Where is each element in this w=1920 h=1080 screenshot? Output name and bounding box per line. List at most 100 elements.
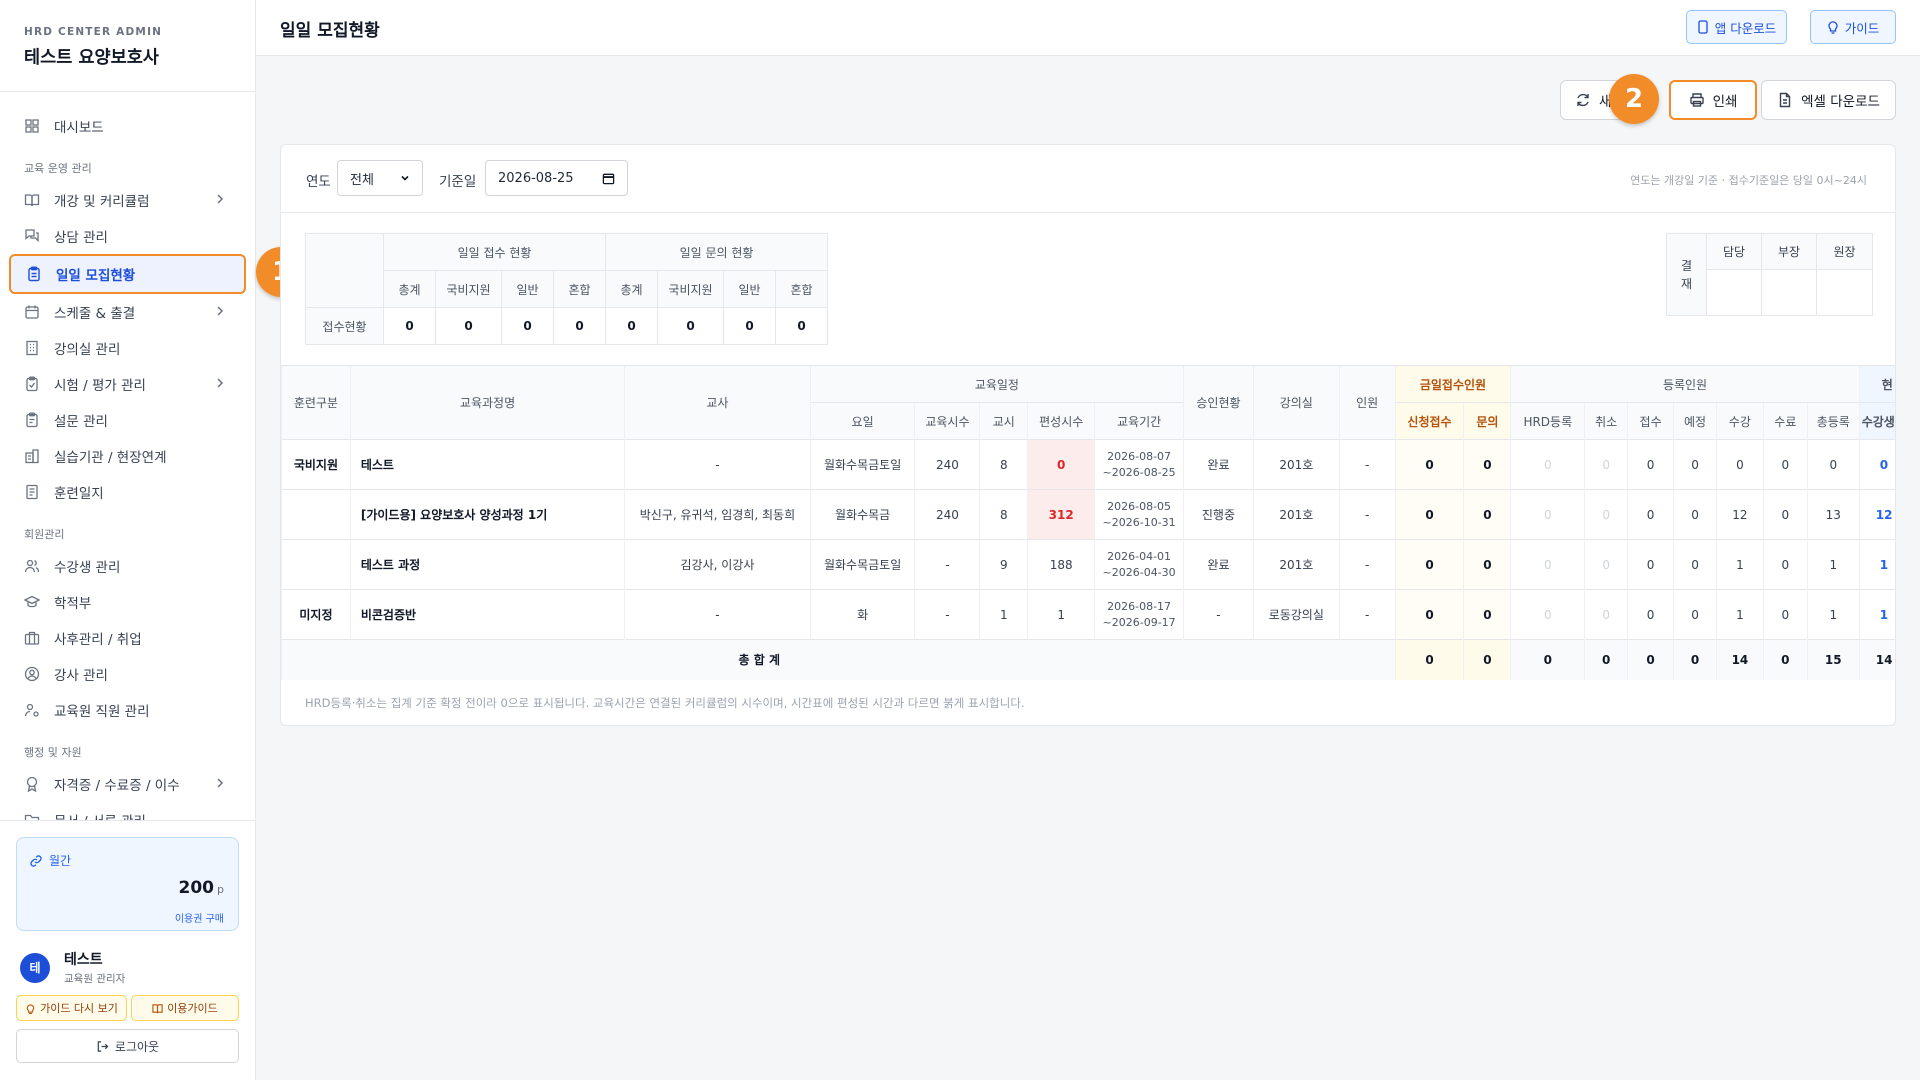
buy-pass-link[interactable]: 이용권 구매 bbox=[175, 910, 224, 925]
inquiry-group-header: 일일 문의 현황 bbox=[605, 233, 828, 271]
brand-title: 테스트 요양보호사 bbox=[24, 48, 159, 68]
cell-recv: 0 bbox=[1627, 539, 1674, 590]
table-row[interactable]: 미지정 비콘검증반 - 화 - 1 1 2026-08-17 ~2026-09-1… bbox=[281, 589, 1895, 640]
filter-bar: 연도 전체 기준일 2026-08-25 연도는 개강일 기준 · 접수기준일은… bbox=[281, 145, 1895, 213]
cell-type bbox=[281, 539, 351, 590]
nav-section-members: 회원관리 bbox=[24, 528, 65, 541]
user-role: 교육원 관리자 bbox=[64, 973, 126, 985]
sidebar-item-dashboard[interactable]: 대시보드 bbox=[0, 108, 255, 144]
year-select[interactable]: 전체 bbox=[337, 160, 423, 196]
usage-guide-label: 이용가이드 bbox=[167, 1002, 218, 1015]
header-schedule: 교육일정 bbox=[809, 365, 1184, 403]
guide-button[interactable]: 가이드 bbox=[1810, 10, 1896, 44]
sidebar-item-consult[interactable]: 상담 관리 bbox=[0, 218, 255, 254]
chevron-right-icon bbox=[213, 776, 227, 790]
cell-term: 2026-08-07 ~2026-08-25 bbox=[1094, 439, 1184, 490]
usage-guide-button[interactable]: 이용가이드 bbox=[131, 995, 239, 1021]
chevron-right-icon bbox=[213, 376, 227, 390]
sidebar-nav: 대시보드 교육 운영 관리 개강 및 커리큘럼 상담 관리 일일 모집현황 스케… bbox=[0, 108, 255, 820]
cell-planned: 188 bbox=[1027, 539, 1095, 590]
total-done: 0 bbox=[1762, 639, 1808, 680]
cell-current: 12 bbox=[1858, 489, 1895, 540]
term-start: 2026-04-01 bbox=[1107, 549, 1172, 563]
sidebar-item-label: 교육원 직원 관리 bbox=[54, 704, 150, 720]
cell-total: 0 bbox=[1806, 439, 1860, 490]
table-row[interactable]: [가이드용] 요양보호사 양성과정 1기 박신구, 유귀석, 임경희, 최동희 … bbox=[281, 489, 1895, 540]
cell-cancel: 0 bbox=[1584, 589, 1628, 640]
filter-note: 연도는 개강일 기준 · 접수기준일은 당일 0시~24시 bbox=[1630, 174, 1867, 187]
header-type: 훈련구분 bbox=[281, 365, 351, 440]
table-row[interactable]: 테스트 과정 김강사, 이강사 월화수목금토일 - 9 188 2026-04-… bbox=[281, 539, 1895, 590]
total-label: 총 합 계 bbox=[281, 639, 1396, 680]
app-download-button[interactable]: 앱 다운로드 bbox=[1686, 10, 1787, 44]
sidebar-item-classroom[interactable]: 강의실 관리 bbox=[0, 330, 255, 366]
term-end: ~2026-04-30 bbox=[1102, 565, 1176, 579]
sidebar-item-curriculum[interactable]: 개강 및 커리큘럼 bbox=[0, 182, 255, 218]
sidebar-item-label: 스케줄 & 출결 bbox=[54, 306, 136, 322]
sidebar: HRD CENTER ADMIN 테스트 요양보호사 대시보드 교육 운영 관리… bbox=[0, 0, 256, 1080]
sidebar-item-exam[interactable]: 시험 / 평가 관리 bbox=[0, 366, 255, 402]
print-button[interactable]: 인쇄 bbox=[1669, 80, 1757, 120]
total-current: 14 bbox=[1858, 639, 1895, 680]
guide-again-button[interactable]: 가이드 다시 보기 bbox=[16, 995, 127, 1021]
cell-term: 2026-08-17 ~2026-09-17 bbox=[1094, 589, 1184, 640]
cell-planned: 1 bbox=[1027, 589, 1095, 640]
cell-hours: - bbox=[914, 589, 980, 640]
column-header: 일반 bbox=[501, 270, 554, 308]
cell-approval: 완료 bbox=[1183, 439, 1254, 490]
cell-approval: - bbox=[1183, 589, 1254, 640]
sidebar-item-staff[interactable]: 교육원 직원 관리 bbox=[0, 692, 255, 728]
chevron-right-icon bbox=[213, 192, 227, 206]
credit-value: 200 p bbox=[179, 878, 224, 898]
graduation-cap-icon bbox=[24, 594, 40, 610]
sidebar-item-practice[interactable]: 실습기관 / 현장연계 bbox=[0, 438, 255, 474]
cell-course: [가이드용] 요양보호사 양성과정 1기 bbox=[349, 489, 625, 540]
cell-approval: 완료 bbox=[1183, 539, 1254, 590]
book-icon bbox=[24, 192, 40, 208]
sidebar-item-instructors[interactable]: 강사 관리 bbox=[0, 656, 255, 692]
cell-day: 월화수목금 bbox=[809, 489, 915, 540]
cell-apply: 0 bbox=[1394, 439, 1464, 490]
sidebar-item-docs[interactable]: 문서 / 서류 관리 bbox=[0, 802, 255, 820]
term-start: 2026-08-17 bbox=[1107, 599, 1172, 613]
header-current-students: 수강생 bbox=[1858, 402, 1895, 440]
sidebar-item-journal[interactable]: 훈련일지 bbox=[0, 474, 255, 510]
table-header-row: 훈련구분 교육과정명 교사 교육일정 승인현황 강의실 인원 금일접수인원 등록… bbox=[281, 365, 1895, 440]
cell-current: 0 bbox=[1858, 439, 1895, 490]
table-row[interactable]: 국비지원 테스트 - 월화수목금토일 240 8 0 2026-08-07 ~20… bbox=[281, 439, 1895, 490]
cell-cancel: 0 bbox=[1584, 539, 1628, 590]
approval-sign-manager bbox=[1761, 269, 1817, 316]
cell-done: 0 bbox=[1762, 539, 1808, 590]
cell-total: 13 bbox=[1806, 489, 1860, 540]
cell-day: 화 bbox=[809, 589, 915, 640]
cell-people: - bbox=[1338, 589, 1396, 640]
header-period: 교시 bbox=[979, 402, 1028, 440]
sidebar-item-aftercare[interactable]: 사후관리 / 취업 bbox=[0, 620, 255, 656]
sidebar-item-schedule[interactable]: 스케줄 & 출결 bbox=[0, 294, 255, 330]
header-attend: 수강 bbox=[1715, 402, 1764, 440]
sidebar-item-students[interactable]: 수강생 관리 bbox=[0, 548, 255, 584]
receipt-total: 0 bbox=[383, 307, 436, 345]
cell-attend: 1 bbox=[1715, 589, 1764, 640]
cell-term: 2026-04-01 ~2026-04-30 bbox=[1094, 539, 1184, 590]
sidebar-item-records[interactable]: 학적부 bbox=[0, 584, 255, 620]
total-total: 15 bbox=[1806, 639, 1860, 680]
date-input[interactable]: 2026-08-25 bbox=[485, 160, 628, 196]
cell-apply: 0 bbox=[1394, 539, 1464, 590]
user-gear-icon bbox=[24, 702, 40, 718]
sidebar-footer: 월간 200 p 이용권 구매 테 테스트 교육원 관리자 가이드 다시 보기 이… bbox=[0, 820, 255, 1080]
sidebar-item-survey[interactable]: 설문 관리 bbox=[0, 402, 255, 438]
print-label: 인쇄 bbox=[1712, 94, 1738, 110]
cell-attend: 1 bbox=[1715, 539, 1764, 590]
excel-download-button[interactable]: 엑셀 다운로드 bbox=[1761, 80, 1896, 120]
cell-period: 8 bbox=[979, 489, 1028, 540]
sidebar-item-daily-recruitment[interactable]: 일일 모집현황 bbox=[9, 254, 246, 294]
cell-teacher: - bbox=[624, 589, 811, 640]
sidebar-item-label: 사후관리 / 취업 bbox=[54, 632, 142, 648]
year-label: 연도 bbox=[306, 174, 331, 190]
header-current: 현 bbox=[1858, 365, 1895, 403]
brand: HRD CENTER ADMIN 테스트 요양보호사 bbox=[0, 0, 255, 69]
logout-button[interactable]: 로그아웃 bbox=[16, 1029, 239, 1063]
sidebar-item-certs[interactable]: 자격증 / 수료증 / 이수 bbox=[0, 766, 255, 802]
chevron-down-icon bbox=[401, 175, 409, 181]
